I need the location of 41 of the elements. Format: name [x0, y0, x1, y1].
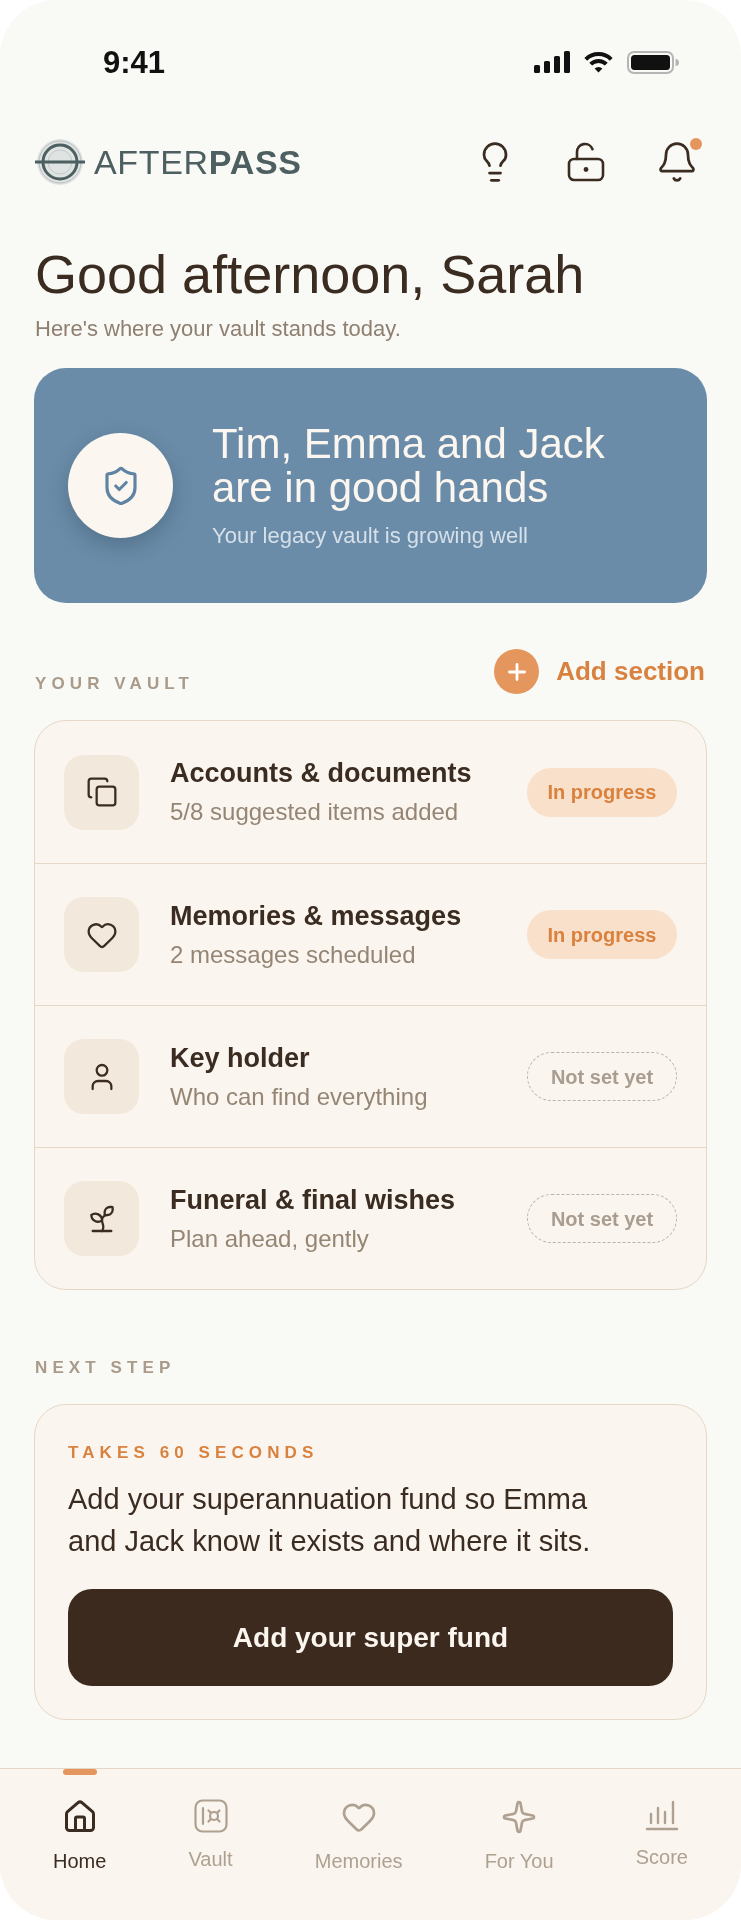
copy-icon — [64, 754, 139, 830]
battery-icon — [627, 50, 679, 74]
nav-tab[interactable]: Vault — [188, 1799, 233, 1871]
person-icon — [64, 1039, 139, 1114]
sprout-icon — [64, 1181, 139, 1256]
section-subtitle: 2 messages scheduled — [170, 939, 417, 970]
logo-text: AFTERPASS — [94, 145, 302, 179]
hero-subtitle: Your legacy vault is growing well — [212, 521, 529, 550]
active-tab-indicator — [62, 1769, 97, 1775]
section-heading: YOUR VAULT — [35, 674, 194, 694]
section-title: Key holder — [170, 1041, 311, 1075]
section-subtitle: 5/8 suggested items added — [170, 797, 460, 827]
open-padlock-icon[interactable] — [567, 142, 605, 182]
hero-title: Tim, Emma and Jack are in good hands — [212, 421, 606, 510]
status-time: 9:41 — [103, 46, 166, 78]
status-badge: In progress — [527, 767, 677, 817]
add-super-fund-button[interactable]: Add your super fund — [68, 1589, 673, 1686]
nav-tab[interactable]: Score — [635, 1799, 688, 1869]
signal-icon — [534, 51, 570, 73]
section-heading: NEXT STEP — [35, 1358, 176, 1377]
section-subtitle: Plan ahead, gently — [170, 1223, 370, 1254]
safe-icon — [193, 1799, 228, 1833]
greeting-title: Good afternoon, Sarah — [35, 244, 586, 304]
heart-icon — [64, 897, 139, 972]
plus-icon — [494, 649, 540, 694]
greeting-subtitle: Here's where your vault stands today. — [35, 315, 402, 343]
section-title: Accounts & documents — [170, 757, 473, 790]
bar-chart-icon — [644, 1799, 679, 1831]
section-subtitle: Who can find everything — [170, 1081, 429, 1112]
logo-mark-icon — [35, 138, 85, 186]
next-step-text: Add your superannuation fund so Emma and Jack know it exists and where it sits. — [68, 1482, 592, 1559]
add-section-button[interactable]: Add section — [494, 649, 705, 694]
wifi-icon — [583, 51, 614, 73]
section-title: Memories & messages — [170, 899, 463, 933]
time-estimate-label: TAKES 60 SECONDS — [68, 1443, 320, 1463]
nav-tab[interactable]: Memories — [314, 1799, 403, 1873]
nav-tab[interactable]: Home — [53, 1799, 107, 1873]
section-title: Funeral & final wishes — [170, 1183, 457, 1217]
nav-tab[interactable]: For You — [484, 1799, 554, 1873]
status-badge: In progress — [527, 910, 677, 959]
sparkle-icon — [501, 1799, 538, 1835]
